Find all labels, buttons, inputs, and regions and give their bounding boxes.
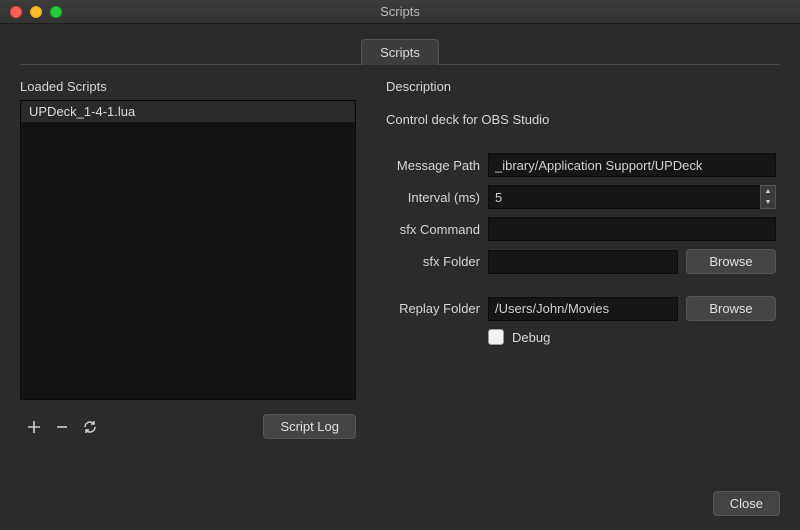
chevron-down-icon[interactable]: ▼ (761, 197, 775, 208)
script-log-button[interactable]: Script Log (263, 414, 356, 439)
window-title: Scripts (380, 4, 420, 19)
refresh-icon (82, 419, 98, 435)
plus-icon (26, 419, 42, 435)
reload-scripts-button[interactable] (76, 415, 104, 439)
debug-label: Debug (512, 330, 550, 345)
sfx-command-input[interactable] (488, 217, 776, 241)
loaded-scripts-heading: Loaded Scripts (20, 79, 356, 94)
sfx-folder-input[interactable] (488, 250, 678, 274)
message-path-input[interactable] (488, 153, 776, 177)
message-path-label: Message Path (386, 158, 480, 173)
sfx-command-label: sfx Command (386, 222, 480, 237)
tab-bar: Scripts (20, 38, 780, 65)
window-zoom-icon[interactable] (50, 6, 62, 18)
close-button[interactable]: Close (713, 491, 780, 516)
add-script-button[interactable] (20, 415, 48, 439)
scripts-list[interactable]: UPDeck_1-4-1.lua (20, 100, 356, 400)
tab-scripts[interactable]: Scripts (361, 39, 439, 65)
description-heading: Description (386, 79, 776, 94)
replay-folder-input[interactable] (488, 297, 678, 321)
window-minimize-icon[interactable] (30, 6, 42, 18)
minus-icon (54, 419, 70, 435)
sfx-folder-label: sfx Folder (386, 254, 480, 269)
description-text: Control deck for OBS Studio (386, 112, 776, 127)
interval-input[interactable] (488, 185, 760, 209)
traffic-lights (0, 6, 62, 18)
interval-stepper[interactable]: ▲ ▼ (760, 185, 776, 209)
list-item[interactable]: UPDeck_1-4-1.lua (21, 101, 355, 122)
titlebar: Scripts (0, 0, 800, 24)
window-close-icon[interactable] (10, 6, 22, 18)
debug-checkbox[interactable] (488, 329, 504, 345)
remove-script-button[interactable] (48, 415, 76, 439)
replay-folder-label: Replay Folder (386, 301, 480, 316)
sfx-folder-browse-button[interactable]: Browse (686, 249, 776, 274)
chevron-up-icon[interactable]: ▲ (761, 186, 775, 197)
interval-label: Interval (ms) (386, 190, 480, 205)
replay-folder-browse-button[interactable]: Browse (686, 296, 776, 321)
